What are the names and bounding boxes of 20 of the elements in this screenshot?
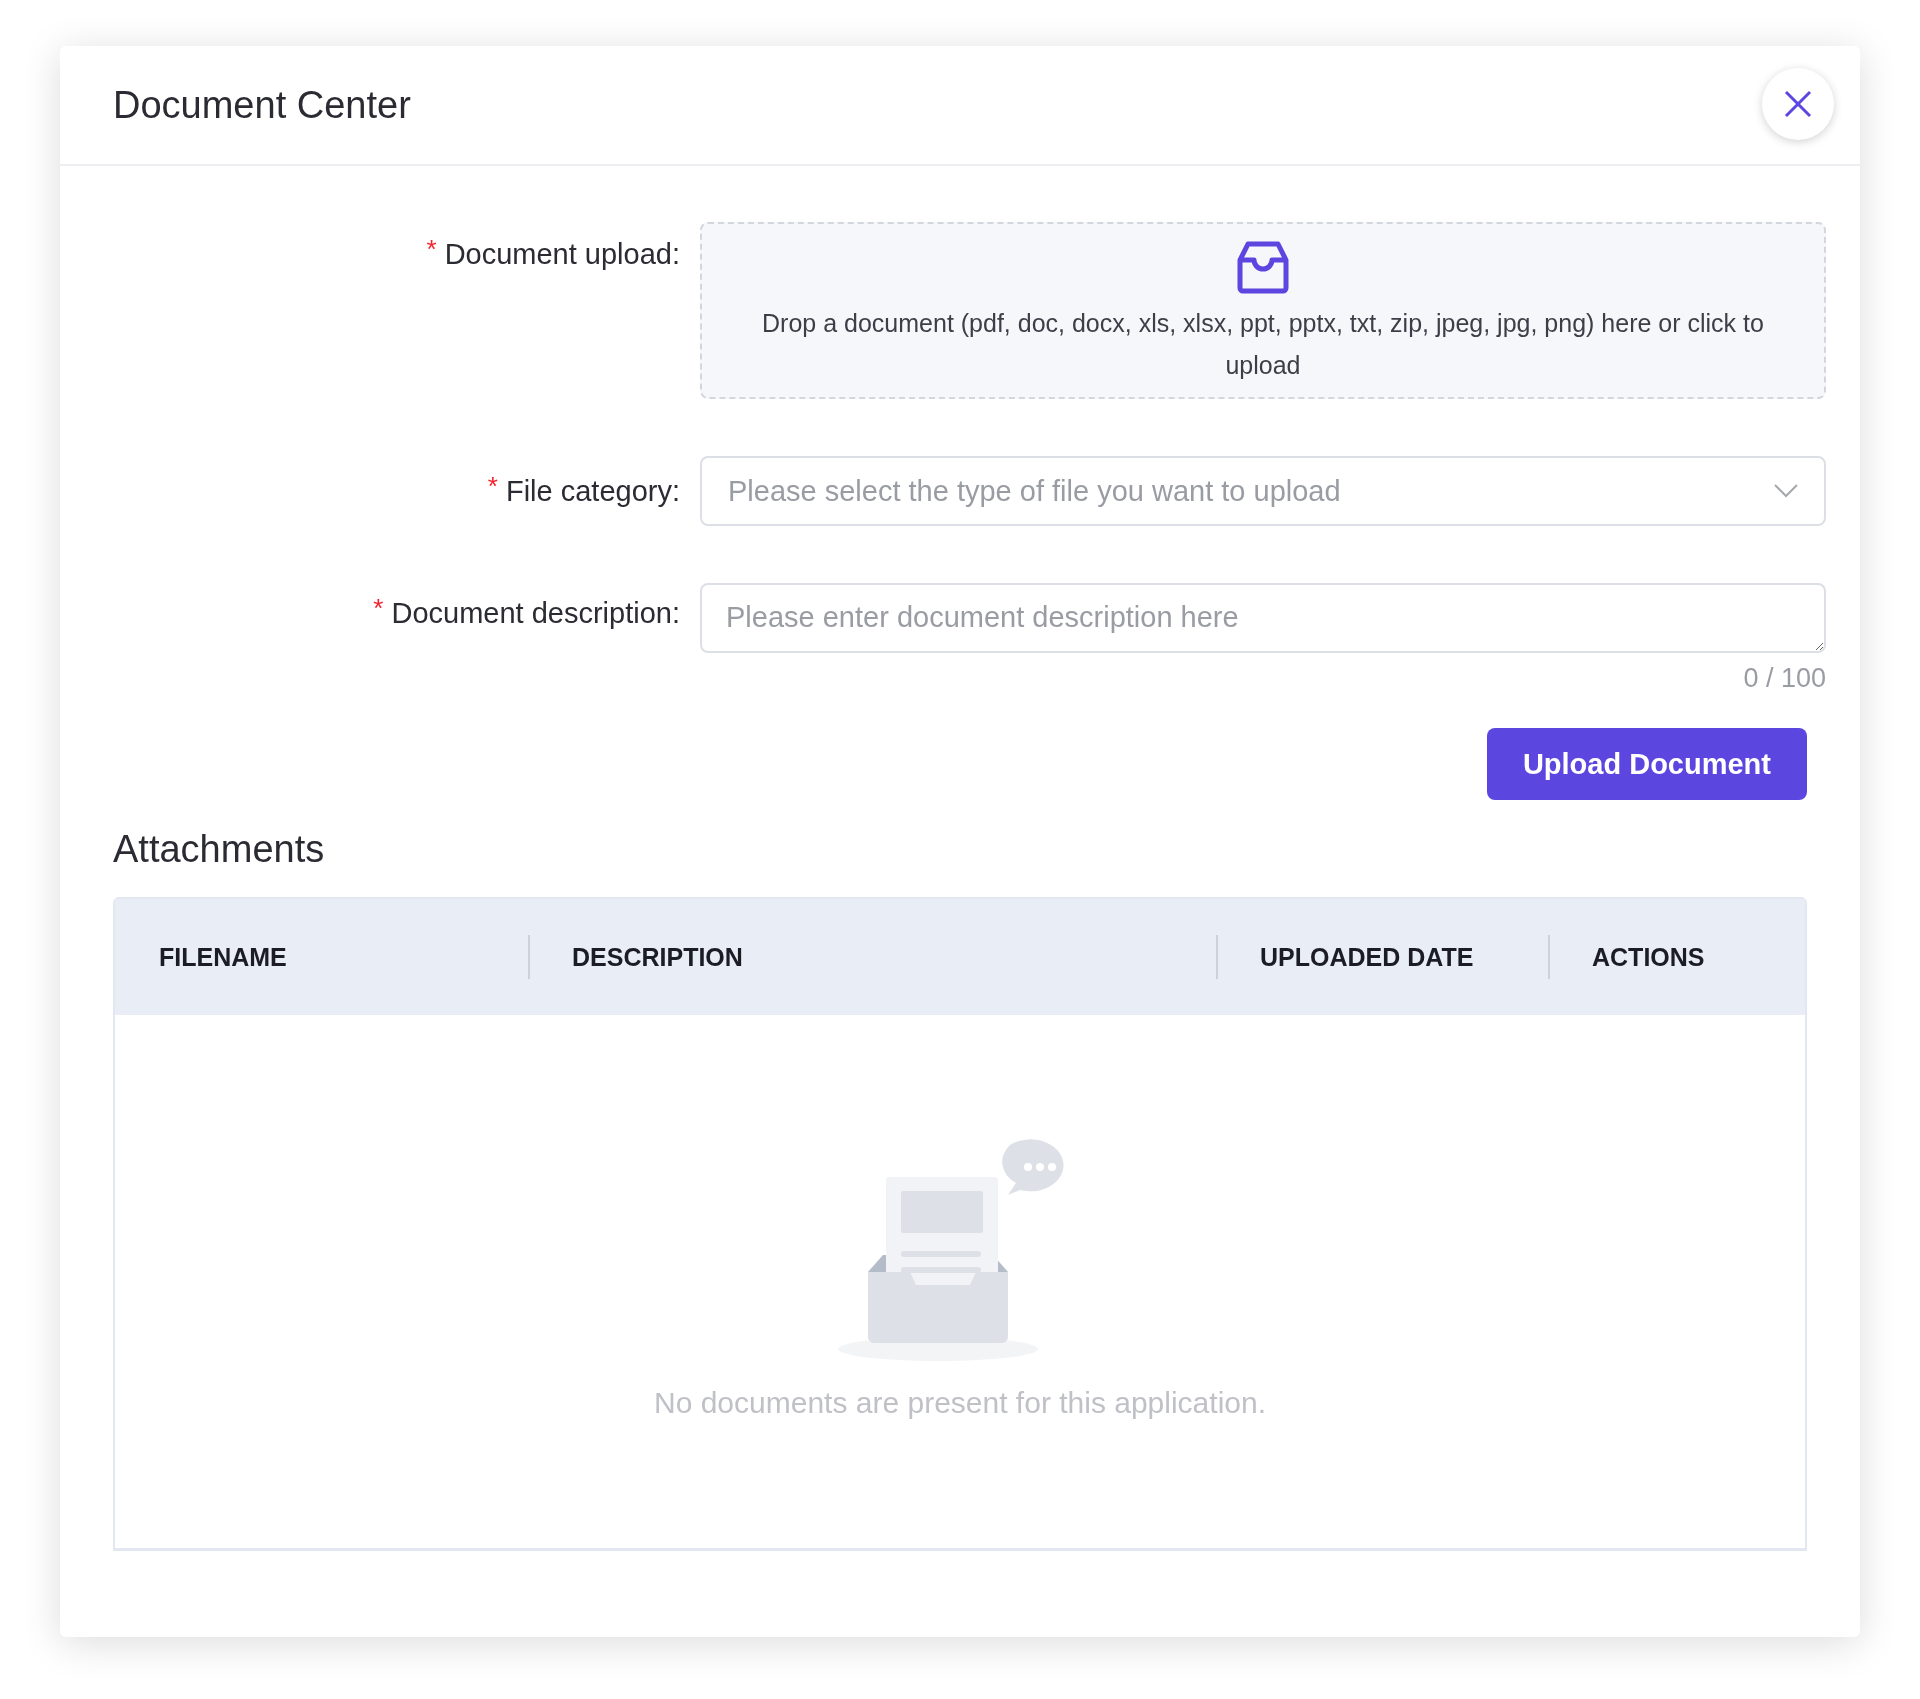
empty-message: No documents are present for this application. <box>654 1386 1266 1420</box>
chevron-down-icon <box>1774 484 1798 498</box>
required-mark: * <box>373 593 384 624</box>
field-label: File category: <box>505 474 680 508</box>
required-mark: * <box>487 470 498 502</box>
field-label: Document description: <box>391 597 680 630</box>
column-header: FILENAME <box>158 941 288 973</box>
close-icon <box>1784 90 1812 118</box>
upload-dropzone[interactable]: Drop a document (pdf, doc, docx, xls, xlsx, ppt, pptx, txt, zip, jpeg, jpg, png) here or click to upload <box>700 222 1826 399</box>
column-header: ACTIONS <box>1548 935 1805 979</box>
close-button[interactable] <box>1762 68 1834 140</box>
field-label: Document upload: <box>444 238 680 271</box>
description-field[interactable]: Please enter document description here <box>700 583 1826 653</box>
upload-document-button[interactable]: Upload Document <box>1486 728 1807 800</box>
dialog-title: Document Center <box>113 83 411 127</box>
character-counter: 0 / 100 <box>1742 663 1826 694</box>
section-title: Attachments <box>113 828 326 871</box>
column-header: UPLOADED DATE <box>1216 935 1548 979</box>
column-header: DESCRIPTION <box>528 935 1216 979</box>
required-mark: * <box>426 234 437 265</box>
